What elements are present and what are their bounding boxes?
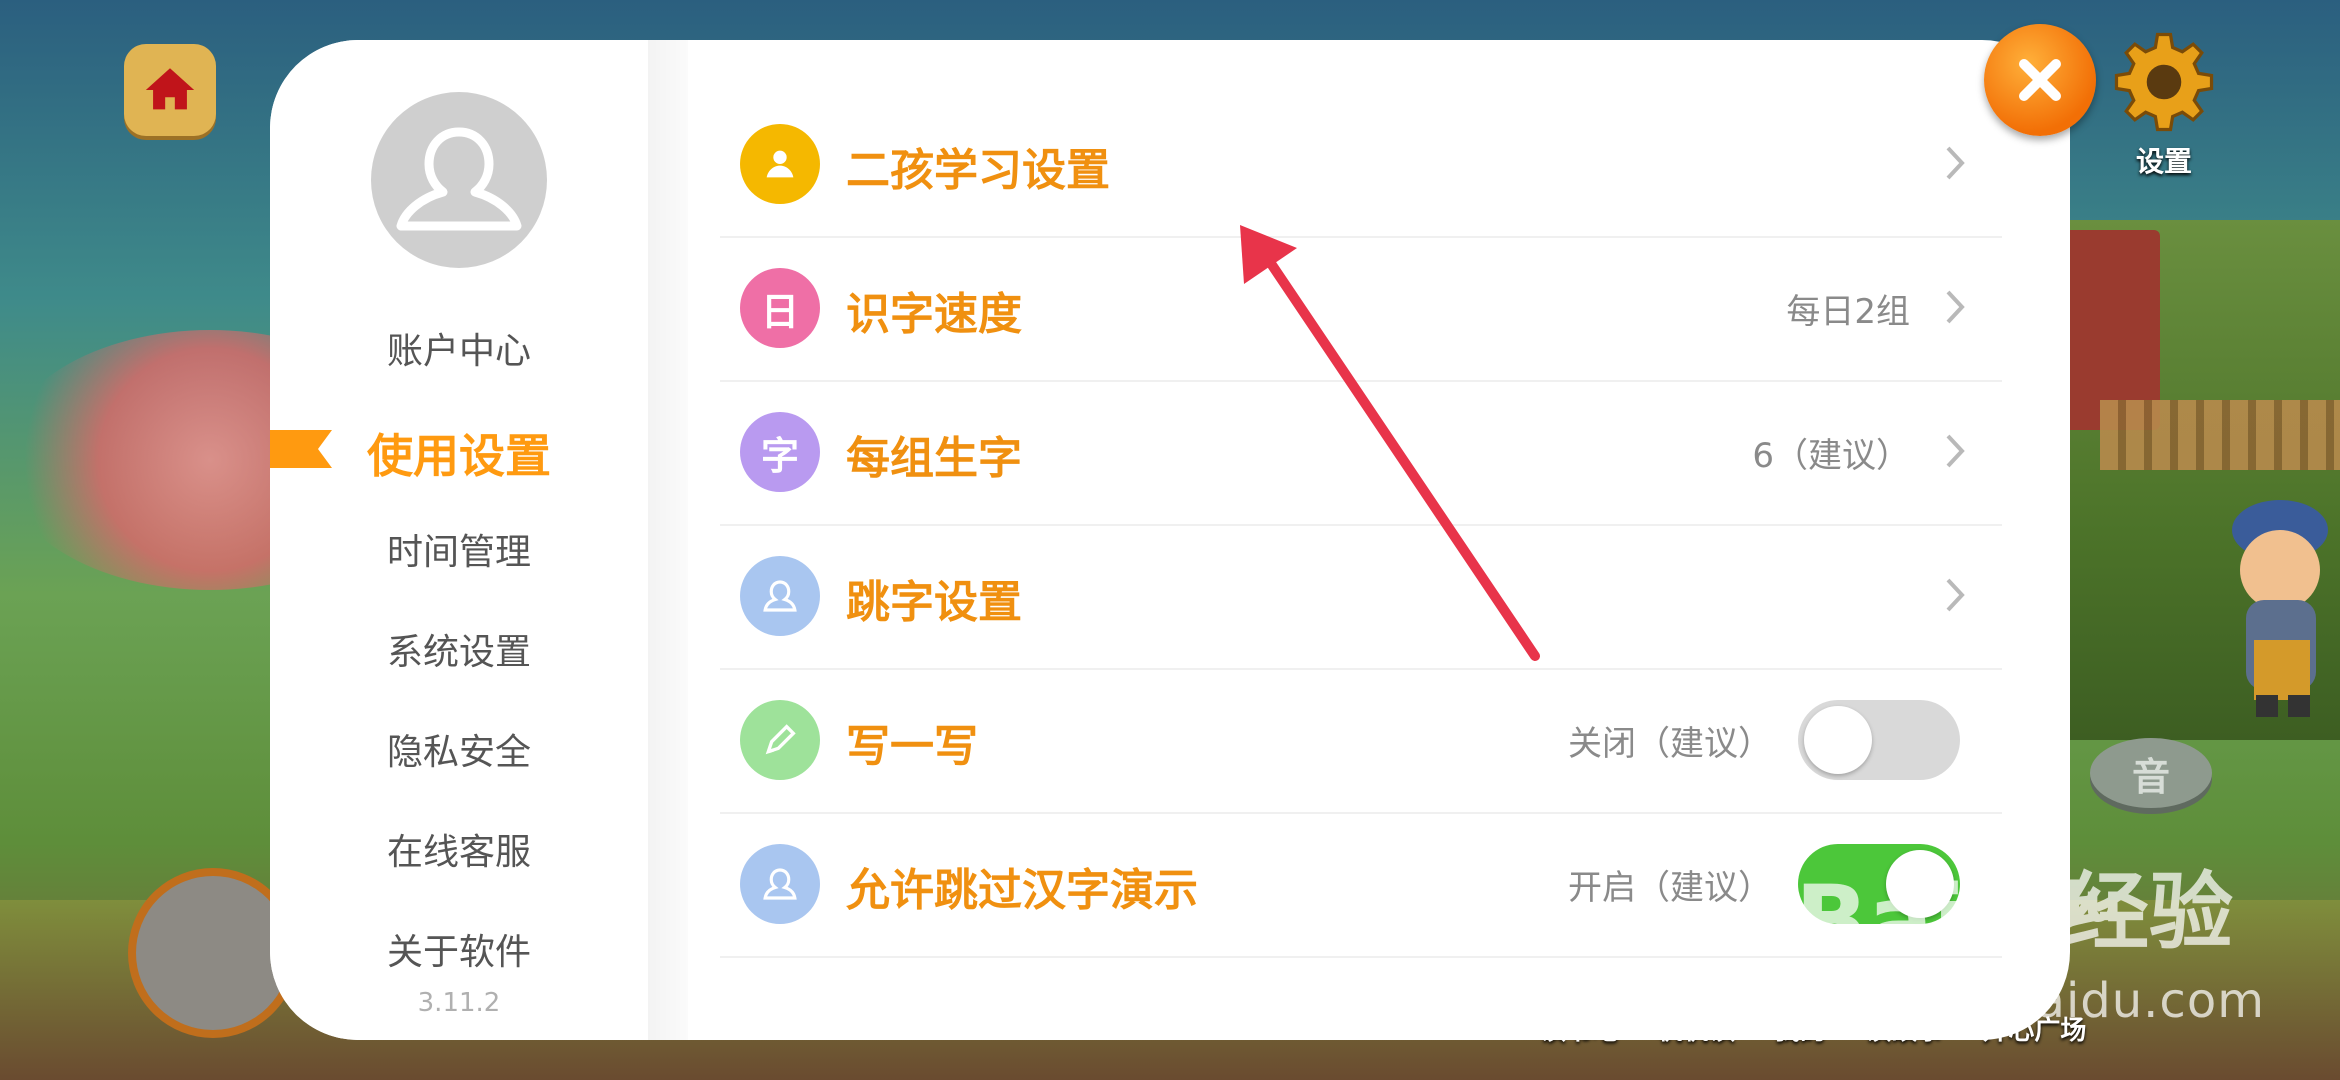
sidebar-divider <box>648 40 688 1040</box>
setting-label: 允许跳过汉字演示 <box>846 865 1198 916</box>
setting-value: 每日2组 <box>1786 292 1910 332</box>
character-illustration <box>2232 500 2328 717</box>
setting-row-second-child[interactable]: 二孩学习设置 <box>720 92 2002 238</box>
setting-label: 跳字设置 <box>846 577 1022 628</box>
setting-value: 6（建议） <box>1752 436 1910 476</box>
person-icon <box>740 124 820 204</box>
chevron-right-icon <box>1946 146 1965 180</box>
person-outline-icon <box>740 844 820 924</box>
chevron-right-icon <box>1946 434 1965 468</box>
sidebar-item-about[interactable]: 关于软件 <box>270 923 648 975</box>
toggle-knob <box>1804 706 1872 774</box>
user-avatar-icon <box>396 127 522 231</box>
character-icon: 字 <box>740 412 820 492</box>
sidebar-item-account[interactable]: 账户中心 <box>270 322 648 374</box>
background-fence <box>2100 400 2340 470</box>
gear-icon[interactable] <box>2110 28 2218 136</box>
settings-sidebar: 账户中心 使用设置 时间管理 系统设置 隐私安全 在线客服 关于软件 3.11.… <box>270 40 648 1040</box>
setting-label: 识字速度 <box>846 289 1022 340</box>
avatar[interactable] <box>371 92 547 268</box>
sidebar-item-customer-service[interactable]: 在线客服 <box>270 823 648 875</box>
watermark-title: 经验 <box>2065 863 2234 961</box>
pen-icon <box>740 700 820 780</box>
settings-label[interactable]: 设置 <box>2120 140 2208 180</box>
baidu-watermark: Bai du 经验 jingyan.baidu.com <box>1795 826 2335 1035</box>
close-icon <box>2019 59 2061 101</box>
setting-row-reading-speed[interactable]: 日 识字速度 每日2组 <box>720 236 2002 382</box>
setting-row-chars-per-group[interactable]: 字 每组生字 6（建议） <box>720 380 2002 526</box>
chevron-right-icon <box>1946 290 1965 324</box>
watermark-url: jingyan.baidu.com <box>1805 973 2265 1029</box>
setting-label: 二孩学习设置 <box>846 145 1110 196</box>
sound-button[interactable]: 音 <box>2090 738 2212 808</box>
setting-label: 写一写 <box>846 721 978 772</box>
setting-value: 关闭（建议） <box>1568 724 1772 764</box>
sidebar-item-privacy[interactable]: 隐私安全 <box>270 723 648 775</box>
setting-label: 每组生字 <box>846 433 1022 484</box>
version-label: 3.11.2 <box>417 988 501 1018</box>
sidebar-item-time-management[interactable]: 时间管理 <box>270 523 648 575</box>
sidebar-item-system-settings[interactable]: 系统设置 <box>270 623 648 675</box>
write-toggle[interactable] <box>1798 700 1960 780</box>
chevron-right-icon <box>1946 578 1965 612</box>
close-button[interactable] <box>1984 24 2096 136</box>
home-button[interactable] <box>124 44 216 136</box>
person-outline-icon <box>740 556 820 636</box>
calendar-icon: 日 <box>740 268 820 348</box>
home-icon <box>145 68 195 110</box>
setting-value: 开启（建议） <box>1568 868 1772 908</box>
watermark-brand: Bai <box>1795 865 1966 977</box>
setting-row-write: 写一写 关闭（建议） <box>720 668 2002 814</box>
setting-row-skip-chars[interactable]: 跳字设置 <box>720 524 2002 670</box>
sidebar-item-usage-settings[interactable]: 使用设置 <box>270 420 648 486</box>
